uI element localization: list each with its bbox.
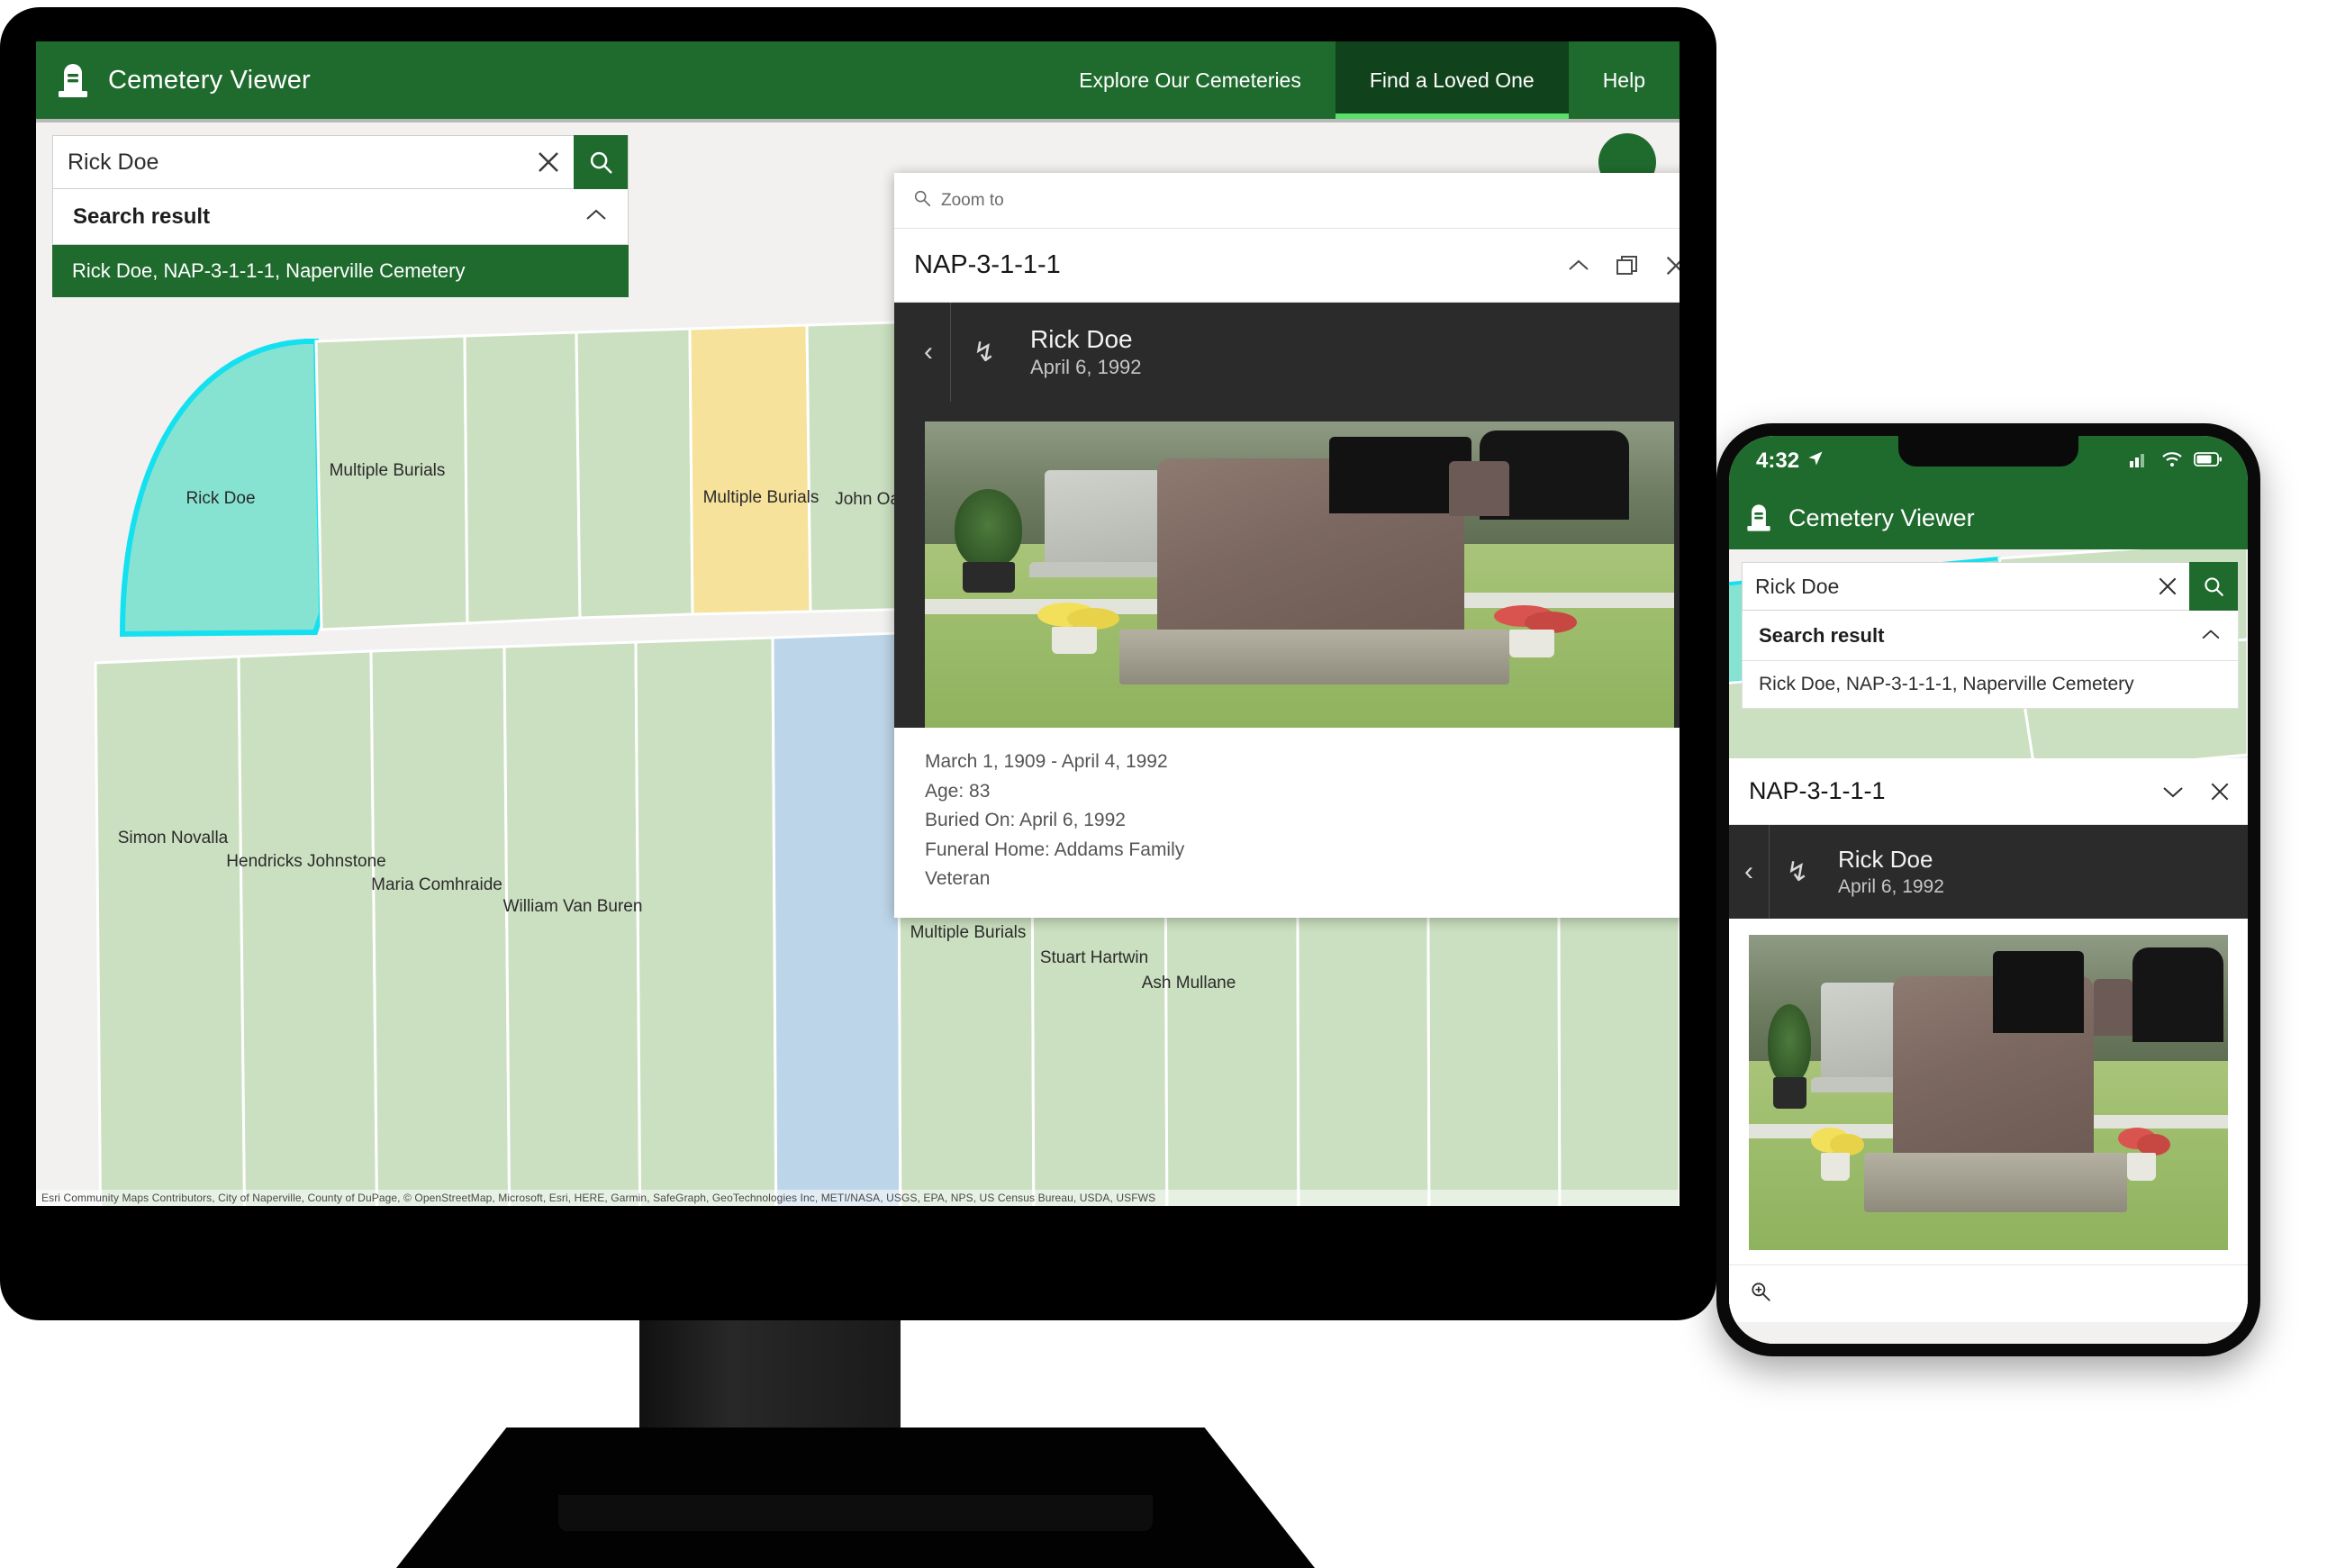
plot-label: Rick Doe — [186, 489, 255, 508]
up-down-arrow-icon[interactable]: ↯ — [951, 337, 1018, 368]
plot-label: Maria Comhraide — [371, 875, 503, 894]
zoom-to-button[interactable]: Zoom to — [894, 173, 1680, 229]
app-header: Cemetery Viewer Explore Our Cemeteries F… — [36, 41, 1680, 119]
desktop-monitor: Cemetery Viewer Explore Our Cemeteries F… — [0, 7, 1716, 1320]
popup-detail-line: Buried On: April 6, 1992 — [925, 810, 1126, 831]
battery-icon — [2194, 451, 2223, 472]
phone-screen: 4:32 Cemetery Viewer Rick Doe Search res… — [1729, 436, 2248, 1344]
headstone-icon — [1745, 498, 1772, 539]
search-result-item[interactable]: Rick Doe, NAP-3-1-1-1, Naperville Cemete… — [52, 245, 629, 297]
phone-popup-photo-container — [1729, 919, 2248, 1264]
phone-app-header: Cemetery Viewer — [1729, 486, 2248, 549]
tab-label: Help — [1602, 68, 1645, 92]
app-title: Cemetery Viewer — [108, 65, 311, 95]
close-icon[interactable] — [1663, 253, 1680, 278]
zoom-in-icon[interactable] — [1749, 1280, 1772, 1308]
tab-label: Explore Our Cemeteries — [1079, 68, 1301, 92]
chevron-left-icon[interactable]: ‹ — [1729, 857, 1769, 887]
popup-person-name: Rick Doe — [1030, 325, 1133, 354]
phone-popup-person-date: April 6, 1992 — [1838, 875, 1944, 897]
phone-app-title: Cemetery Viewer — [1788, 503, 1975, 531]
chevron-up-icon[interactable] — [2200, 624, 2222, 648]
feature-popup: Zoom to NAP-3-1-1-1 ‹ ↯ Rick Doe April 6… — [894, 173, 1680, 918]
gravestone-photo — [1749, 935, 2228, 1250]
tab-label: Find a Loved One — [1369, 68, 1535, 92]
chevron-up-icon[interactable] — [1566, 257, 1591, 275]
phone-popup-feature-header: ‹ ↯ Rick Doe April 6, 1992 — [1729, 825, 2248, 919]
plot-label: Stuart Hartwin — [1040, 948, 1148, 967]
phone-popup-title: NAP-3-1-1-1 — [1749, 777, 1886, 804]
screenshot-stage: Cemetery Viewer Explore Our Cemeteries F… — [0, 0, 2327, 1568]
location-arrow-icon — [1806, 449, 1824, 474]
monitor-stand-lip — [558, 1495, 1153, 1531]
tab-help[interactable]: Help — [1569, 41, 1680, 119]
chevron-down-icon[interactable] — [2161, 784, 2185, 800]
search-input[interactable] — [53, 136, 523, 188]
popup-record-nav: ‹ ↯ Rick Doe April 6, 1992 — [894, 303, 1680, 402]
phone-search-results-header[interactable]: Search result — [1742, 611, 2239, 661]
wifi-icon — [2161, 451, 2183, 472]
tab-explore-our-cemeteries[interactable]: Explore Our Cemeteries — [1045, 41, 1336, 119]
plot-label: Hendricks Johnstone — [226, 852, 385, 871]
close-icon[interactable] — [2146, 575, 2189, 598]
phone-search-result-item[interactable]: Rick Doe, NAP-3-1-1-1, Naperville Cemete… — [1742, 661, 2239, 709]
chevron-up-icon[interactable] — [584, 204, 608, 230]
plot-label: Multiple Burials — [703, 488, 819, 507]
plot-label: William Van Buren — [503, 897, 643, 916]
search-icon[interactable] — [574, 135, 628, 189]
phone-map-canvas[interactable]: Search result Rick Doe, NAP-3-1-1-1, Nap… — [1729, 549, 2248, 1344]
phone-search-results-title: Search result — [1759, 623, 1885, 647]
main-nav: Explore Our Cemeteries Find a Loved One … — [1045, 41, 1680, 119]
desktop-screen: Cemetery Viewer Explore Our Cemeteries F… — [36, 41, 1680, 1206]
popup-detail-line: Funeral Home: Addams Family — [925, 838, 1185, 860]
popup-titlebar: NAP-3-1-1-1 — [894, 229, 1680, 303]
popup-detail-line: Age: 83 — [925, 780, 991, 802]
phone-search-bar — [1742, 562, 2239, 611]
search-results-header[interactable]: Search result — [52, 189, 629, 245]
tab-find-a-loved-one[interactable]: Find a Loved One — [1335, 41, 1569, 119]
up-down-arrow-icon[interactable]: ↯ — [1770, 857, 1825, 888]
popup-title: NAP-3-1-1-1 — [914, 250, 1061, 279]
search-icon[interactable] — [2189, 562, 2238, 611]
search-results-title: Search result — [73, 204, 211, 229]
plot-label: Simon Novalla — [118, 829, 229, 847]
plot-label: Ash Mullane — [1142, 974, 1236, 992]
search-bar — [52, 135, 629, 189]
phone-popup-person-name: Rick Doe — [1838, 846, 1933, 874]
plot-label: Multiple Burials — [910, 923, 1027, 942]
close-icon[interactable] — [523, 136, 574, 188]
app-brand: Cemetery Viewer — [36, 41, 311, 119]
dock-icon[interactable] — [1615, 254, 1640, 277]
zoom-to-label: Zoom to — [941, 190, 1004, 210]
plot-label: Multiple Burials — [330, 461, 446, 480]
phone-clock: 4:32 — [1756, 449, 1800, 473]
popup-details: March 1, 1909 - April 4, 1992 Age: 83 Bu… — [894, 728, 1680, 918]
phone-popup-footer — [1729, 1264, 2248, 1322]
popup-detail-line: March 1, 1909 - April 4, 1992 — [925, 751, 1168, 772]
phone-search-input[interactable] — [1743, 563, 2146, 610]
mobile-phone: 4:32 Cemetery Viewer Rick Doe Search res… — [1716, 423, 2260, 1356]
search-widget: Search result Rick Doe, NAP-3-1-1-1, Nap… — [52, 135, 629, 297]
headstone-icon — [56, 57, 90, 104]
popup-detail-line: Veteran — [925, 868, 991, 890]
gravestone-photo — [925, 421, 1674, 728]
close-icon[interactable] — [2208, 780, 2232, 803]
map-canvas[interactable]: Rick Doe Multiple Burials Multiple Buria… — [36, 122, 1680, 1206]
phone-feature-popup: NAP-3-1-1-1 ‹ ↯ Rick Doe April 6, 1992 — [1729, 758, 2248, 1322]
map-attribution: Esri Community Maps Contributors, City o… — [36, 1190, 1680, 1206]
phone-popup-titlebar: NAP-3-1-1-1 — [1729, 758, 2248, 825]
popup-photo-container — [894, 402, 1680, 728]
zoom-to-icon — [912, 188, 932, 213]
chevron-left-icon[interactable]: ‹ — [907, 337, 950, 367]
phone-notch — [1898, 436, 2078, 467]
cellular-signal-icon — [2129, 451, 2150, 472]
phone-search-widget: Search result Rick Doe, NAP-3-1-1-1, Nap… — [1742, 562, 2239, 709]
popup-feature-header: ‹ ↯ Rick Doe April 6, 1992 — [894, 303, 1680, 402]
popup-person-date: April 6, 1992 — [1030, 356, 1142, 379]
